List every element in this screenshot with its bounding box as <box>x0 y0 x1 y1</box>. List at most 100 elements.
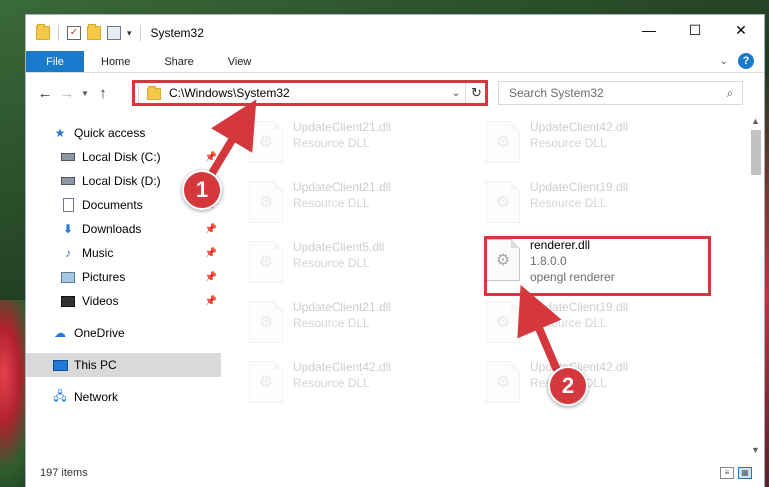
up-arrow-icon[interactable]: ↑ <box>92 85 114 102</box>
item-count: 197 items <box>40 467 88 479</box>
file-item[interactable]: ⚙ UpdateClient42.dll Resource DLL <box>249 357 479 413</box>
minimize-button[interactable]: — <box>626 15 672 45</box>
divider <box>58 25 59 41</box>
scroll-up-icon[interactable]: ▲ <box>747 113 764 130</box>
sidebar-item-label: Pictures <box>82 270 126 284</box>
sidebar-item-onedrive[interactable]: ☁ OneDrive <box>26 321 221 345</box>
sidebar-item-label: Local Disk (D:) <box>82 174 161 188</box>
sidebar-item-label: Documents <box>82 198 143 212</box>
step-2-badge: 2 <box>548 366 588 406</box>
sidebar-item-pictures[interactable]: Pictures 📌 <box>26 265 221 289</box>
file-item[interactable]: ⚙ UpdateClient21.dll Resource DLL <box>249 117 479 173</box>
back-arrow-icon[interactable]: ← <box>34 85 56 102</box>
search-box[interactable]: ⌕ <box>498 81 743 105</box>
tab-home[interactable]: Home <box>84 51 147 72</box>
file-description: opengl renderer <box>530 270 615 284</box>
disk-icon <box>60 174 76 188</box>
file-description: Resource DLL <box>530 136 607 150</box>
sidebar-item-label: Downloads <box>82 222 142 236</box>
dll-file-icon: ⚙ <box>249 241 283 283</box>
file-description: Resource DLL <box>293 376 370 390</box>
file-description: Resource DLL <box>293 316 370 330</box>
refresh-icon[interactable]: ↻ <box>465 82 487 104</box>
properties-check-icon[interactable]: ✓ <box>67 26 81 40</box>
file-item[interactable]: ⚙ UpdateClient19.dll Resource DLL <box>486 177 716 233</box>
file-item-renderer-dll[interactable]: ⚙ renderer.dll 1.8.0.0 opengl renderer <box>486 235 716 291</box>
file-item[interactable]: ⚙ UpdateClient5.dll Resource DLL <box>249 237 479 293</box>
file-description: Resource DLL <box>530 196 607 210</box>
window-title: System32 <box>150 26 204 40</box>
properties-icon[interactable] <box>107 26 121 40</box>
dll-file-icon: ⚙ <box>486 301 520 343</box>
tiles-view-icon[interactable]: ▦ <box>738 467 752 479</box>
pin-icon: 📌 <box>204 295 217 307</box>
sidebar-item-local-disk-c[interactable]: Local Disk (C:) 📌 <box>26 145 221 169</box>
file-name: UpdateClient42.dll <box>530 120 629 134</box>
downloads-icon: ⬇ <box>62 222 74 236</box>
tab-file[interactable]: File <box>26 51 84 72</box>
new-folder-icon[interactable] <box>87 24 101 40</box>
sidebar-item-downloads[interactable]: ⬇ Downloads 📌 <box>26 217 221 241</box>
sidebar-item-network[interactable]: 🖧 Network <box>26 385 221 409</box>
scroll-down-icon[interactable]: ▼ <box>747 442 764 459</box>
quick-access-toolbar: ✓ ▾ <box>36 24 143 41</box>
cloud-icon: ☁ <box>54 326 66 340</box>
scrollbar-thumb[interactable] <box>751 130 761 175</box>
file-name: UpdateClient21.dll <box>293 120 392 134</box>
sidebar-item-music[interactable]: ♪ Music 📌 <box>26 241 221 265</box>
file-item[interactable]: ⚙ UpdateClient19.dll Resource DLL <box>486 297 716 353</box>
recent-locations-chevron-icon[interactable]: ▼ <box>78 89 92 98</box>
pictures-icon <box>60 270 76 284</box>
customize-toolbar-dropdown[interactable]: ▾ <box>127 28 132 39</box>
dll-file-icon: ⚙ <box>486 121 520 163</box>
tab-view[interactable]: View <box>211 51 269 72</box>
sidebar-item-label: Music <box>82 246 114 260</box>
dll-file-icon: ⚙ <box>249 181 283 223</box>
dll-file-icon: ⚙ <box>486 361 520 403</box>
sidebar-item-label: Local Disk (C:) <box>82 150 161 164</box>
computer-icon <box>52 358 68 372</box>
file-description: Resource DLL <box>293 136 370 150</box>
file-item[interactable]: ⚙ UpdateClient42.dll Resource DLL <box>486 357 716 413</box>
sidebar-item-label: Videos <box>82 294 119 308</box>
pin-icon: 📌 <box>204 247 217 259</box>
vertical-scrollbar[interactable]: ▲ ▼ <box>747 113 764 459</box>
tab-share[interactable]: Share <box>147 51 210 72</box>
help-icon[interactable]: ? <box>738 53 754 69</box>
dll-file-icon: ⚙ <box>486 181 520 223</box>
forward-arrow-icon[interactable]: → <box>56 85 78 102</box>
music-icon: ♪ <box>65 246 71 260</box>
ribbon-tabs: File Home Share View ⌄ ? <box>26 51 764 73</box>
view-toggle: ≡ ▦ <box>720 467 752 479</box>
file-name: UpdateClient42.dll <box>293 360 392 374</box>
file-item[interactable]: ⚙ UpdateClient21.dll Resource DLL <box>249 297 479 353</box>
file-name: renderer.dll <box>530 238 591 252</box>
sidebar-item-label: Network <box>74 390 119 404</box>
search-icon[interactable]: ⌕ <box>718 86 742 101</box>
address-bar[interactable]: C:\Windows\System32 ⌄ ↻ <box>138 81 488 105</box>
details-view-icon[interactable]: ≡ <box>720 467 734 479</box>
close-button[interactable]: ✕ <box>718 15 764 45</box>
file-name: UpdateClient5.dll <box>293 240 385 254</box>
disk-icon <box>60 150 76 164</box>
folder-icon <box>147 86 161 100</box>
dll-file-icon: ⚙ <box>486 239 520 281</box>
file-name: UpdateClient21.dll <box>293 180 392 194</box>
maximize-button[interactable]: ☐ <box>672 15 718 45</box>
file-item[interactable]: ⚙ UpdateClient42.dll Resource DLL <box>486 117 716 173</box>
address-dropdown-icon[interactable]: ⌄ <box>447 88 465 99</box>
navigation-pane: ★ Quick access Local Disk (C:) 📌 Local D… <box>26 113 221 459</box>
address-path[interactable]: C:\Windows\System32 <box>169 86 447 100</box>
folder-icon <box>36 24 50 40</box>
file-description: Resource DLL <box>530 316 607 330</box>
sidebar-item-quick-access[interactable]: ★ Quick access <box>26 121 221 145</box>
expand-ribbon-icon[interactable]: ⌄ <box>720 56 728 67</box>
dll-file-icon: ⚙ <box>249 361 283 403</box>
sidebar-item-this-pc[interactable]: This PC <box>26 353 221 377</box>
file-version: 1.8.0.0 <box>530 254 567 268</box>
content-area: ★ Quick access Local Disk (C:) 📌 Local D… <box>26 113 764 459</box>
sidebar-item-videos[interactable]: Videos 📌 <box>26 289 221 313</box>
search-input[interactable] <box>509 86 718 100</box>
file-item[interactable]: ⚙ UpdateClient21.dll Resource DLL <box>249 177 479 233</box>
